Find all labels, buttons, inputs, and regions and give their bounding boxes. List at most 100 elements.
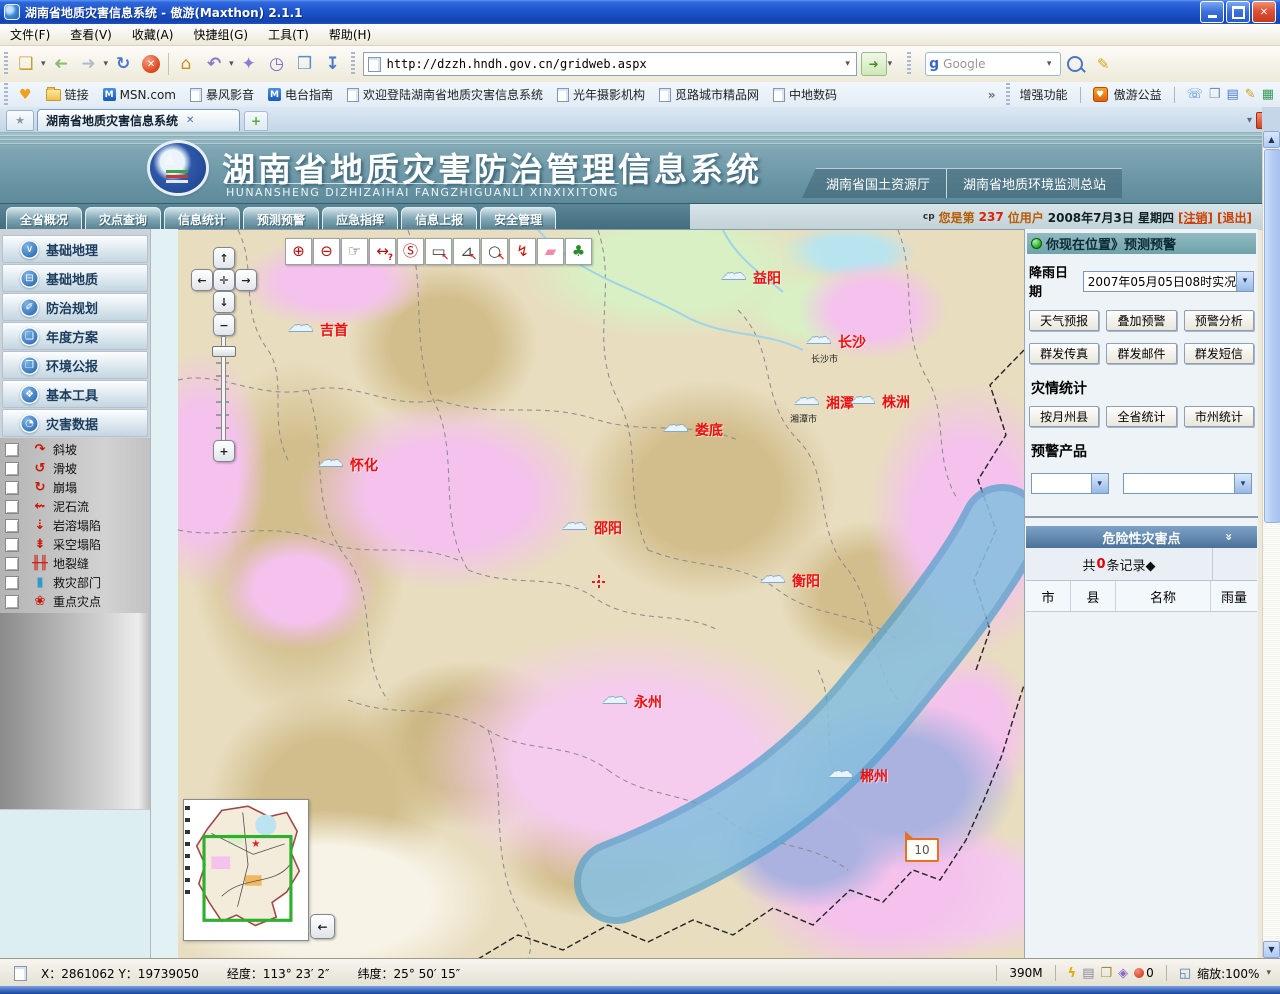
tab-close-icon[interactable]: ✕	[186, 115, 194, 126]
panel-button[interactable]: 市州统计	[1184, 406, 1254, 427]
layer-checkbox[interactable]	[5, 481, 19, 495]
home-button[interactable]: ⌂	[172, 50, 200, 78]
bookmark-photo-agency[interactable]: 光年摄影机构	[550, 84, 652, 105]
scrollbar-up-button[interactable]: ▲	[1263, 131, 1280, 148]
panel-button[interactable]: 按月州县	[1029, 406, 1099, 427]
bookmark-zhongdi-digital[interactable]: 中地数码	[766, 84, 844, 105]
nav-tab[interactable]: 应急指挥	[322, 207, 398, 230]
forward-button[interactable]: ➜	[75, 50, 103, 78]
url-input[interactable]	[385, 56, 840, 72]
bookmarks-grip[interactable]	[4, 83, 8, 107]
undo-caret[interactable]: ▾	[229, 59, 234, 69]
logout-link[interactable]: [注销]	[1178, 209, 1213, 226]
sidebar-item-disaster-data[interactable]: ◔ 灾害数据	[2, 409, 148, 437]
refresh-button[interactable]: ↻	[109, 50, 137, 78]
measure-distance-button[interactable]: ↔ ?	[369, 238, 396, 265]
favorites-button[interactable]: ♥	[12, 85, 39, 105]
printer-icon[interactable]: ▤	[1082, 966, 1094, 981]
danger-points-header[interactable]: 危险性灾害点 »	[1026, 526, 1257, 548]
go-button[interactable]: ➜	[861, 52, 887, 76]
layer-checkbox[interactable]	[5, 519, 19, 533]
layer-checkbox[interactable]	[5, 576, 19, 590]
sidebar-item-prevention-planning[interactable]: ✐ 防治规划	[2, 293, 148, 321]
bookmark-hunan-geo-system[interactable]: 欢迎登陆湖南省地质灾害信息系统	[340, 84, 550, 105]
panel-button[interactable]: 群发邮件	[1106, 343, 1176, 364]
bookmarks-grip[interactable]	[1006, 83, 1010, 107]
nav-tab[interactable]: 信息统计	[164, 207, 240, 230]
city-label[interactable]: ☁☁株洲	[882, 392, 910, 412]
city-label[interactable]: ☁☁郴州	[860, 766, 888, 786]
scrollbar-thumb[interactable]	[1264, 149, 1280, 523]
city-label[interactable]: ☁☁益阳	[753, 268, 781, 288]
nav-tab[interactable]: 全省概况	[6, 207, 82, 230]
zoom-in-slider-button[interactable]: +	[213, 440, 235, 462]
toolbar-grip[interactable]	[4, 52, 8, 76]
go-caret[interactable]: ▾	[888, 59, 893, 69]
scrollbar-down-button[interactable]: ▼	[1263, 941, 1280, 958]
bookmark-baofeng[interactable]: 暴风影音	[183, 84, 261, 105]
nav-tab[interactable]: 灾点查询	[85, 207, 161, 230]
undo-button[interactable]: ↶	[200, 50, 228, 78]
city-label[interactable]: ☁☁怀化	[350, 455, 378, 475]
scale-button[interactable]: Ⓢ	[397, 238, 424, 265]
toolbar-grip[interactable]	[907, 52, 911, 76]
cube-icon[interactable]: ▦	[1262, 87, 1274, 102]
overview-minimap[interactable]: ★	[183, 799, 309, 941]
maximize-button[interactable]	[1226, 1, 1250, 23]
toolbar-grip[interactable]	[351, 52, 355, 76]
history-caret[interactable]: ▾	[104, 59, 109, 69]
new-page-caret[interactable]: ▾	[41, 59, 46, 69]
pan-left-button[interactable]: ←	[191, 269, 213, 291]
window-titlebar[interactable]: 湖南省地质灾害信息系统 - 傲游(Maxthon) 2.1.1 ✕	[0, 0, 1280, 24]
search-button[interactable]	[1061, 50, 1089, 78]
new-page-button[interactable]: ❑	[12, 50, 40, 78]
menu-item[interactable]: 查看(V)	[60, 24, 122, 45]
layer-checkbox[interactable]	[5, 557, 19, 571]
menu-item[interactable]: 工具(T)	[258, 24, 319, 45]
zoom-level[interactable]: 缩放:100%	[1197, 965, 1259, 982]
filter-icon[interactable]: ❒	[1101, 966, 1113, 981]
bookmark-radio-guide[interactable]: 电台指南	[261, 84, 340, 105]
zoom-out-button[interactable]: ⊖	[313, 238, 340, 265]
panel-button[interactable]: 群发短信	[1184, 343, 1254, 364]
panel-button[interactable]: 群发传真	[1029, 343, 1099, 364]
nav-tab[interactable]: 安全管理	[480, 207, 556, 230]
header-link[interactable]: 湖南省国土资源厅	[802, 168, 946, 198]
bookmarks-overflow-button[interactable]: »	[988, 88, 996, 102]
tab-active[interactable]: 湖南省地质灾害信息系统 ✕	[37, 109, 240, 131]
layer-checkbox[interactable]	[5, 538, 19, 552]
header-link[interactable]: 湖南省地质环境监测总站	[946, 168, 1122, 198]
city-label[interactable]: ☁☁衡阳	[792, 571, 820, 591]
sidebar-item-environment-bulletin[interactable]: ❐ 环境公报	[2, 351, 148, 379]
resize-icon[interactable]: ◱	[1179, 966, 1191, 981]
enhance-features-button[interactable]: 增强功能	[1020, 86, 1068, 103]
blocked-popups-indicator[interactable]: 0	[1134, 966, 1154, 980]
browser-scrollbar[interactable]: ▲ ▼	[1262, 131, 1280, 958]
warning-flag-marker[interactable]: 10	[905, 838, 939, 862]
zoom-caret[interactable]: ▾	[1266, 968, 1271, 978]
nav-tab[interactable]: 信息上报	[401, 207, 477, 230]
layer-checkbox[interactable]	[5, 595, 19, 609]
menu-item[interactable]: 快捷组(G)	[183, 24, 258, 45]
zoom-in-button[interactable]: ⊕	[285, 238, 312, 265]
minimize-button[interactable]	[1200, 1, 1224, 23]
window-panels-button[interactable]: ❒	[291, 50, 319, 78]
map-canvas[interactable]: ⊕ ⊖ ☞ ↔ ? Ⓢ ▭ ↖ ⊿	[178, 229, 1024, 959]
history-clock-button[interactable]: ◷	[263, 50, 291, 78]
city-label[interactable]: ☁☁娄底	[695, 420, 723, 440]
download-button[interactable]: ↧	[319, 50, 347, 78]
pan-center-button[interactable]: ✛	[213, 269, 235, 291]
boost-icon[interactable]: ϟ	[1068, 966, 1077, 981]
panel-button[interactable]: 天气预报	[1029, 310, 1099, 331]
warning-product-select-1[interactable]	[1031, 473, 1109, 494]
url-dropdown[interactable]: ▾	[840, 53, 856, 75]
sidebar-star-button[interactable]: ★	[6, 110, 34, 131]
layer-checkbox[interactable]	[5, 500, 19, 514]
sidebar-item-basic-geography[interactable]: ∨ 基础地理	[2, 235, 148, 263]
exit-link[interactable]: [退出]	[1217, 209, 1252, 226]
layer-tree-button[interactable]: ♣	[565, 238, 592, 265]
sidebar-item-annual-plan[interactable]: ❏ 年度方案	[2, 322, 148, 350]
bookmark-msn[interactable]: MSN.com	[96, 86, 183, 104]
pan-right-button[interactable]: →	[235, 269, 257, 291]
city-label[interactable]: ☁☁永州	[634, 692, 662, 712]
